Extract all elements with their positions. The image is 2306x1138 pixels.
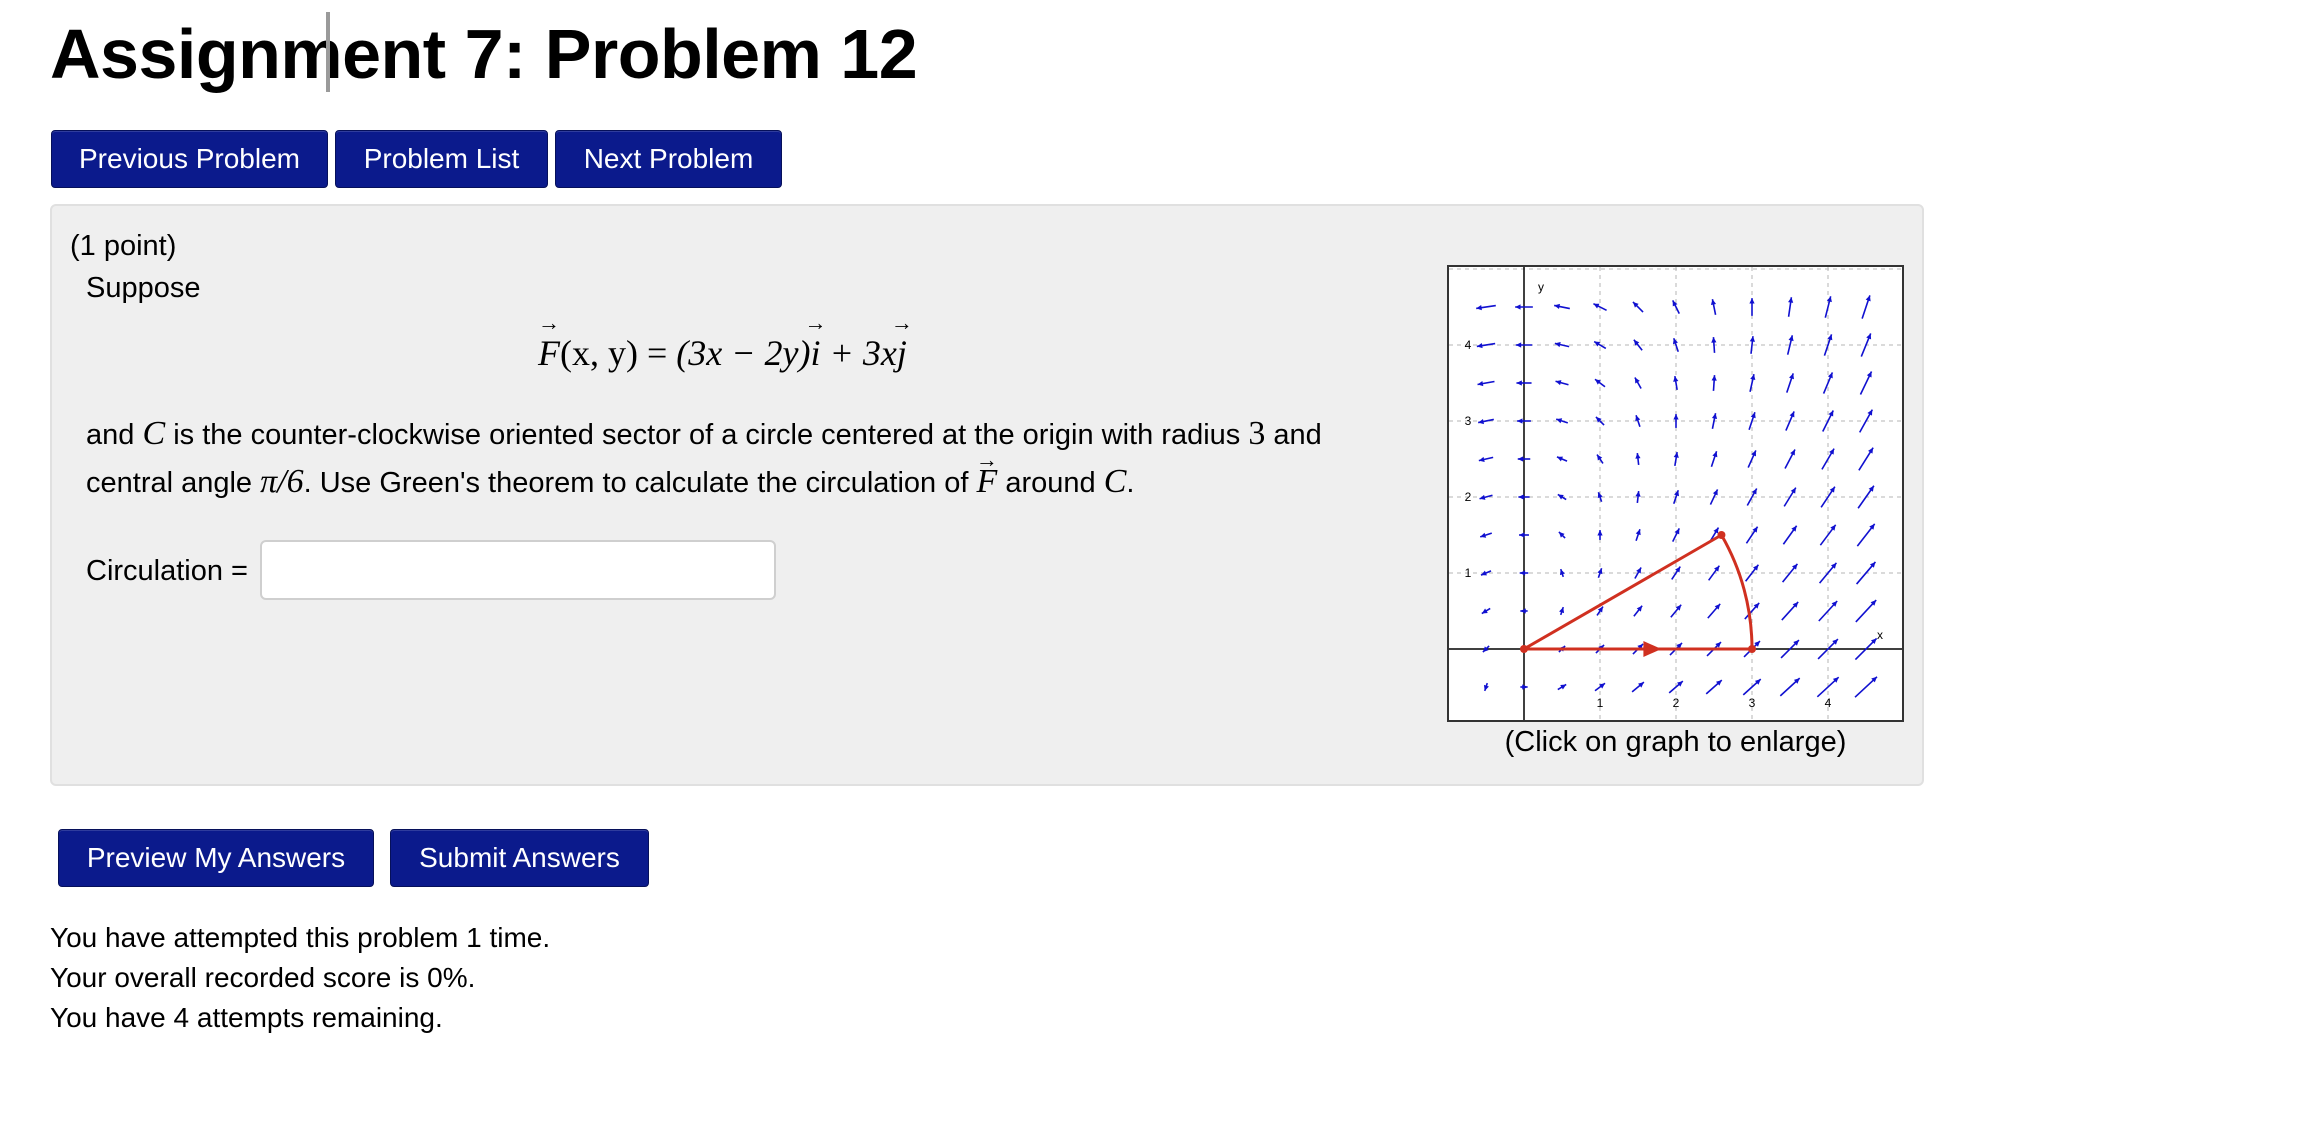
field-arrowhead <box>1520 608 1526 614</box>
field-arrowhead <box>1635 415 1641 422</box>
page: Assignment 7: Problem 12 Previous Proble… <box>0 0 2306 1138</box>
field-arrowhead <box>1515 304 1521 310</box>
line1-and: and <box>86 419 135 451</box>
page-title: Assignment 7: Problem 12 <box>50 15 918 93</box>
sector-arc <box>1720 534 1754 650</box>
x-tick-label: 2 <box>1673 696 1680 710</box>
status-remaining: You have 4 attempts remaining. <box>50 1002 443 1033</box>
field-arrowhead <box>1712 451 1718 458</box>
vector-field-formula: F(x, y) = (3x − 2y)i + 3xj <box>538 332 907 374</box>
field-arrowhead <box>1597 568 1603 575</box>
previous-problem-button[interactable]: Previous Problem <box>51 130 328 188</box>
field-arrowhead <box>1597 530 1603 536</box>
field-arrowhead <box>1556 418 1563 424</box>
formula-args: (x, y) <box>560 333 638 373</box>
formula-F: F <box>538 332 560 374</box>
x-tick-label: 4 <box>1825 696 1832 710</box>
vector-field-svg: 1 2 3 4 1 2 3 4 y x <box>1449 267 1902 720</box>
y-tick-label: 3 <box>1465 414 1472 428</box>
x-tick-label: 1 <box>1597 696 1604 710</box>
field-arrowhead <box>1710 299 1717 305</box>
text-cursor <box>326 12 330 92</box>
formula-plus: + 3x <box>829 333 897 373</box>
field-arrowhead <box>1554 303 1560 310</box>
y-tick-label: 2 <box>1465 490 1472 504</box>
preview-answers-button[interactable]: Preview My Answers <box>58 829 374 887</box>
formula-part1: (3x − 2y) <box>676 333 811 373</box>
y-axis-label: y <box>1538 280 1544 294</box>
problem-intro: Suppose <box>86 272 201 304</box>
line1-and-2: and <box>1273 419 1322 451</box>
line2-central-angle: central angle <box>86 467 253 499</box>
sector-vertex-origin <box>1520 645 1528 653</box>
sector-vertex-arc <box>1717 531 1726 539</box>
line1-C: C <box>142 415 166 452</box>
status-attempts: You have attempted this problem 1 time. <box>50 922 551 953</box>
sector-slant-edge <box>1523 533 1723 651</box>
x-tick-label: 3 <box>1749 696 1756 710</box>
field-arrowhead <box>1750 412 1756 419</box>
field-arrowhead <box>1672 338 1678 345</box>
field-arrowhead <box>1522 684 1528 690</box>
field-arrowhead <box>1517 418 1523 424</box>
field-arrowhead <box>1478 418 1484 425</box>
y-tick-label: 4 <box>1465 338 1472 352</box>
y-tick-label: 1 <box>1465 566 1472 580</box>
field-arrowhead <box>1517 456 1524 462</box>
problem-list-button[interactable]: Problem List <box>335 130 548 188</box>
sector-vertex-end <box>1748 645 1756 653</box>
field-arrowhead <box>1789 373 1794 380</box>
field-arrowhead <box>1559 569 1565 576</box>
sector-direction-arrow <box>1643 641 1662 657</box>
field-arrowhead <box>1519 532 1525 538</box>
next-problem-button[interactable]: Next Problem <box>555 130 782 188</box>
formula-equals: = <box>646 333 668 373</box>
problem-points: (1 point) <box>70 230 177 262</box>
line2-F: F <box>976 464 997 500</box>
field-arrowhead <box>1515 342 1522 348</box>
problem-text-line2: central angle π/6. Use Green's theorem t… <box>86 464 1134 501</box>
field-arrowhead <box>1711 375 1717 381</box>
field-arrowhead <box>1559 607 1565 614</box>
x-axis-label: x <box>1877 628 1883 642</box>
line1-radius: 3 <box>1248 415 1266 452</box>
field-arrowhead <box>1711 337 1717 343</box>
circulation-label: Circulation = <box>86 555 248 587</box>
line2-around: around <box>1005 467 1096 499</box>
field-arrowhead <box>1749 298 1755 304</box>
formula-j: j <box>897 332 907 374</box>
circulation-input[interactable] <box>260 540 776 600</box>
line2-C: C <box>1103 463 1127 500</box>
problem-text-line1: and C is the counter-clockwise oriented … <box>86 416 1322 453</box>
field-arrowhead <box>1483 684 1489 691</box>
field-arrowhead <box>1865 295 1871 302</box>
field-arrowhead <box>1518 494 1524 500</box>
status-score: Your overall recorded score is 0%. <box>50 962 476 993</box>
field-arrowhead <box>1516 380 1522 386</box>
submit-answers-button[interactable]: Submit Answers <box>390 829 649 887</box>
graph-caption: (Click on graph to enlarge) <box>1504 726 1847 758</box>
field-arrowhead <box>1519 570 1526 576</box>
field-arrowhead <box>1480 532 1487 538</box>
line2-description: . Use Green's theorem to calculate the c… <box>303 467 969 499</box>
vector-field-graph[interactable]: 1 2 3 4 1 2 3 4 y x <box>1447 265 1904 722</box>
formula-i: i <box>811 332 821 374</box>
field-arrowhead <box>1711 413 1718 419</box>
field-arrowhead <box>1674 490 1680 497</box>
field-arrowhead <box>1673 414 1679 420</box>
line1-description: is the counter-clockwise oriented sector… <box>173 419 1241 451</box>
line2-angle: π/6 <box>260 463 304 500</box>
field-arrowhead <box>1635 529 1641 536</box>
line2-period: . <box>1126 467 1135 499</box>
